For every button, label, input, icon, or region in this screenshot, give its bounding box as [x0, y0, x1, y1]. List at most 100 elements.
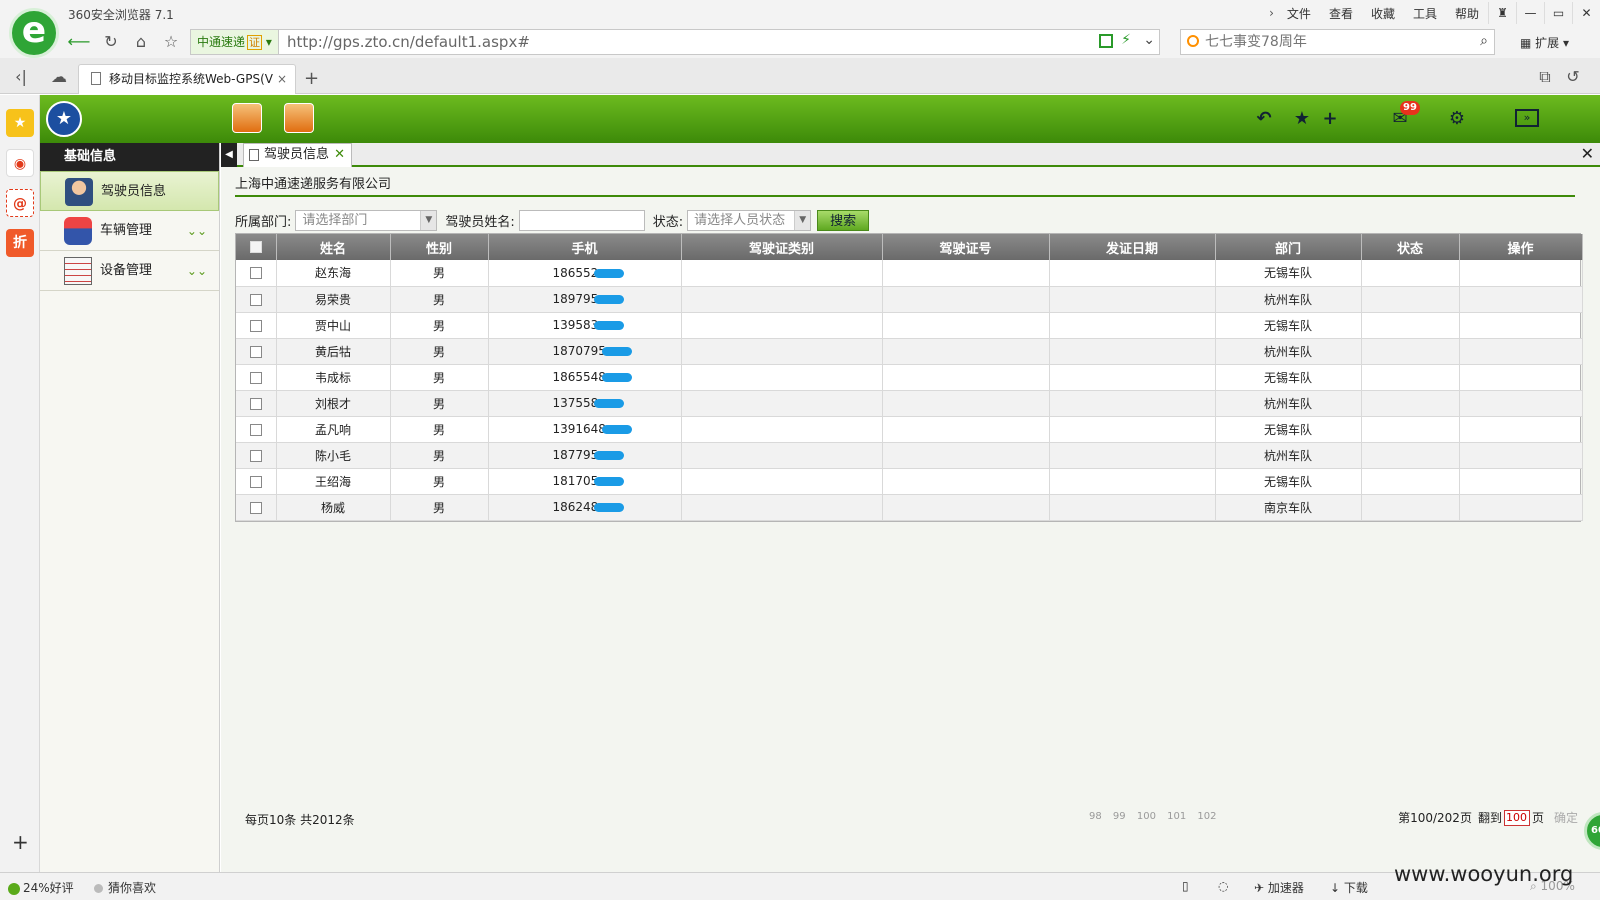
- row-checkbox[interactable]: [249, 293, 262, 306]
- add-sidebar-item-icon[interactable]: +: [12, 830, 29, 854]
- menu-favorites[interactable]: 收藏: [1371, 5, 1395, 22]
- table-row[interactable]: 贾中山男 139583 无锡车队: [236, 312, 1583, 339]
- restore-tab-icon[interactable]: ⧉: [1532, 66, 1558, 88]
- new-tab-plus-icon[interactable]: +: [304, 68, 319, 89]
- row-select-cell[interactable]: [236, 442, 277, 469]
- star-bookmark-icon[interactable]: ☆: [158, 31, 184, 53]
- close-window-button[interactable]: ✕: [1572, 2, 1600, 24]
- table-row[interactable]: 韦成标男 1865548 无锡车队: [236, 364, 1583, 391]
- favorites-star-icon[interactable]: ★: [6, 109, 34, 137]
- row-checkbox[interactable]: [249, 345, 262, 358]
- column-header[interactable]: 操作: [1459, 234, 1583, 260]
- search-icon[interactable]: ⌕: [1480, 33, 1488, 49]
- extensions-button[interactable]: ▦ 扩展 ▾: [1520, 34, 1569, 51]
- column-header[interactable]: 姓名: [276, 234, 391, 260]
- table-row[interactable]: 赵东海男 186552 无锡车队: [236, 260, 1583, 287]
- row-actions[interactable]: [1459, 260, 1583, 287]
- driver-name-input[interactable]: [518, 209, 645, 231]
- accelerator-button[interactable]: ✈ 加速器: [1254, 879, 1304, 896]
- row-select-cell[interactable]: [236, 468, 277, 495]
- row-checkbox[interactable]: [249, 371, 262, 384]
- row-checkbox[interactable]: [249, 423, 262, 436]
- close-tab-icon[interactable]: ×: [277, 65, 287, 93]
- mobile-icon[interactable]: ▯: [1182, 879, 1189, 893]
- row-select-cell[interactable]: [236, 364, 277, 391]
- address-bar[interactable]: 中通速递证 ▾ ⚡ ⌄: [190, 29, 1160, 55]
- message-icon[interactable]: ✉ 99: [1388, 101, 1420, 131]
- row-select-cell[interactable]: [236, 494, 277, 521]
- home-icon[interactable]: ⌂: [128, 31, 154, 53]
- chevron-down-icon[interactable]: ▼: [794, 210, 811, 230]
- tab-driver-info[interactable]: 驾驶员信息 ✕: [243, 143, 353, 167]
- select-all-checkbox[interactable]: [249, 241, 262, 253]
- sidebar-item-vehicle[interactable]: 车辆管理 ⌄⌄: [40, 211, 219, 251]
- collapse-sidebar-icon[interactable]: ‹|: [8, 66, 34, 88]
- url-input[interactable]: [285, 30, 1065, 54]
- refresh-icon[interactable]: ↻: [98, 31, 124, 53]
- browser-tab-active[interactable]: 移动目标监控系统Web-GPS(V ×: [78, 64, 296, 94]
- row-select-cell[interactable]: [236, 286, 277, 313]
- row-actions[interactable]: [1459, 390, 1583, 417]
- collapse-left-icon[interactable]: ◀: [221, 143, 237, 167]
- discount-icon[interactable]: 折: [6, 229, 34, 257]
- confirm-button[interactable]: 确定: [1554, 809, 1578, 826]
- shirt-skin-icon[interactable]: ♜: [1488, 2, 1516, 24]
- column-header[interactable]: 发证日期: [1049, 234, 1216, 260]
- row-actions[interactable]: [1459, 442, 1583, 469]
- table-row[interactable]: 王绍海男 181705 无锡车队: [236, 468, 1583, 495]
- menu-view[interactable]: 查看: [1329, 5, 1353, 22]
- page-link[interactable]: 98: [1089, 811, 1102, 822]
- map-navigation-icon[interactable]: [232, 103, 262, 133]
- search-bar[interactable]: ⌕: [1180, 29, 1495, 55]
- row-select-cell[interactable]: [236, 338, 277, 365]
- table-row[interactable]: 刘根才男 137558 杭州车队: [236, 390, 1583, 417]
- row-actions[interactable]: [1459, 338, 1583, 365]
- page-link[interactable]: 101: [1167, 811, 1186, 822]
- row-select-cell[interactable]: [236, 260, 277, 287]
- table-row[interactable]: 孟凡响男 1391648 无锡车队: [236, 416, 1583, 443]
- site-identity-badge[interactable]: 中通速递证 ▾: [191, 30, 279, 54]
- column-header[interactable]: 状态: [1361, 234, 1460, 260]
- row-actions[interactable]: [1459, 286, 1583, 313]
- table-row[interactable]: 黄后牯男 1870795 杭州车队: [236, 338, 1583, 365]
- back-reply-icon[interactable]: ↶: [1252, 107, 1276, 131]
- browser-mode-icon[interactable]: ◌: [1218, 879, 1228, 893]
- column-header[interactable]: 部门: [1215, 234, 1362, 260]
- search-button[interactable]: 搜索: [817, 209, 870, 231]
- status-select[interactable]: 请选择人员状态 ▼: [687, 209, 812, 231]
- row-checkbox[interactable]: [249, 475, 262, 488]
- row-actions[interactable]: [1459, 312, 1583, 339]
- lightning-icon[interactable]: ⚡: [1121, 32, 1131, 48]
- row-checkbox[interactable]: [249, 397, 262, 410]
- column-header[interactable]: 驾驶证号: [882, 234, 1050, 260]
- row-select-cell[interactable]: [236, 416, 277, 443]
- gear-icon[interactable]: ⚙: [1445, 107, 1469, 131]
- map-navigation-icon-2[interactable]: [284, 103, 314, 133]
- minimize-button[interactable]: —: [1516, 2, 1544, 24]
- mail-icon[interactable]: @: [6, 189, 34, 217]
- table-row[interactable]: 陈小毛男 187795 杭州车队: [236, 442, 1583, 469]
- chevron-down-icon[interactable]: ⌄⌄: [187, 251, 207, 291]
- weibo-icon[interactable]: ◉: [6, 149, 34, 177]
- column-header[interactable]: 手机: [488, 234, 682, 260]
- add-icon[interactable]: +: [1318, 107, 1342, 131]
- chevron-down-icon[interactable]: ▼: [420, 210, 437, 230]
- recommend-status[interactable]: 猜你喜欢: [94, 879, 156, 896]
- row-checkbox[interactable]: [249, 449, 262, 462]
- expand-panel-icon[interactable]: »: [1515, 109, 1539, 127]
- rating-status[interactable]: 24%好评: [8, 879, 74, 896]
- row-checkbox[interactable]: [249, 319, 262, 332]
- page-link[interactable]: 102: [1197, 811, 1216, 822]
- row-checkbox[interactable]: [249, 267, 262, 280]
- chevron-down-icon[interactable]: ⌄⌄: [187, 211, 207, 251]
- back-arrow-icon[interactable]: ⟵: [66, 31, 92, 53]
- row-select-cell[interactable]: [236, 312, 277, 339]
- chevron-down-icon[interactable]: ⌄: [1143, 32, 1155, 48]
- table-row[interactable]: 杨威男 186248 南京车队: [236, 494, 1583, 521]
- row-actions[interactable]: [1459, 468, 1583, 495]
- row-actions[interactable]: [1459, 494, 1583, 521]
- column-header[interactable]: 驾驶证类别: [681, 234, 883, 260]
- cloud-icon[interactable]: ☁: [46, 66, 72, 88]
- select-all-header[interactable]: [236, 234, 277, 260]
- menu-file[interactable]: 文件: [1287, 5, 1311, 22]
